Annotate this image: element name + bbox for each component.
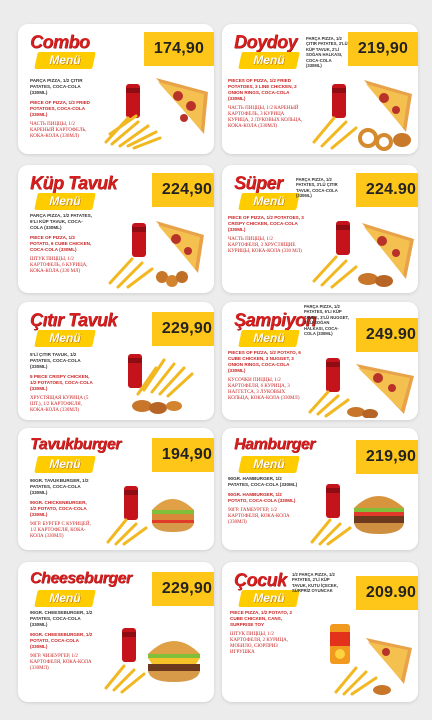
meal-illustration bbox=[330, 624, 412, 696]
desc-tr: 90GR. TAVUKBURGER, 1/2 PATATES, COCA-COL… bbox=[30, 478, 89, 495]
desc-tr: PARÇA PIZZA, 1/2 PATATES, 3'LÜ ÇITIR TAV… bbox=[296, 177, 338, 199]
menu-card-combo[interactable]: Combo Menü 174,90 PARÇA PIZZA, 1/2 ÇITIR… bbox=[18, 24, 214, 154]
menu-description: 90GR. HAMBURGER, 1/2 PATATES, COCA-COLA … bbox=[228, 476, 302, 530]
desc-en: 90GR. CHEESEBURGER, 1/2 POTATO, COCA-COL… bbox=[30, 632, 93, 649]
desc-ru: ЧАСТЬ ПИЦЦЫ, 1/2 КАРЕНЫЙ КАРТОФЕЛЬ, 3 КУ… bbox=[228, 106, 303, 129]
desc-en: PIECE OF PIZZA, 1/2 FRIED POTATOES, COCA… bbox=[30, 100, 90, 117]
desc-ru: ЧАСТЬ ПИЦЦЫ, 1/2 КАРТОФЕЛЯ, 3 ХРУСТЯЩИЕ … bbox=[228, 237, 302, 254]
menu-title: Çocuk bbox=[234, 570, 287, 590]
menu-card-super[interactable]: Süper Menü 224.90 PARÇA PIZZA, 1/2 PATAT… bbox=[222, 165, 418, 293]
menu-title: Doydoy bbox=[234, 32, 298, 52]
menu-tag: Menü bbox=[34, 193, 96, 210]
desc-en: 5 PIECE CRISPY CHICKEN, 1/2 POTATOES, CO… bbox=[30, 374, 93, 391]
menu-title: Küp Tavuk bbox=[30, 173, 117, 193]
meal-illustration bbox=[108, 221, 204, 289]
menu-price: 229,90 bbox=[152, 572, 214, 606]
menu-card-cocuk[interactable]: Çocuk Menü 209.90 1/2 PARÇA PIZZA, 1/2 P… bbox=[222, 562, 418, 702]
menu-tag: Menü bbox=[34, 456, 96, 473]
menu-card-doydoy[interactable]: Doydoy Menü 219,90 PARÇA PIZZA, 1/2 ÇITI… bbox=[222, 24, 418, 154]
menu-card-kup-tavuk[interactable]: Küp Tavuk Menü 224,90 PARÇA PIZZA, 1/2 P… bbox=[18, 165, 214, 293]
menu-description: PIECE OF PIZZA, 1/2 POTATOES, 3 CRISPY C… bbox=[228, 215, 304, 259]
menu-price: 209.90 bbox=[356, 576, 418, 610]
meal-illustration bbox=[310, 484, 404, 546]
menu-description: PIECES OF PIZZA, 1/2 FRIED POTATOES, 3 L… bbox=[228, 78, 304, 134]
desc-ru: КУСОЧКИ ПИЦЦЫ, 1/2 КАРТОФЕЛЯ, 6 КУРИЦА, … bbox=[228, 378, 300, 401]
menu-title: Süper bbox=[234, 173, 283, 193]
menu-price: 174,90 bbox=[144, 32, 214, 66]
meal-illustration bbox=[104, 628, 200, 694]
desc-en: PIECES OF PIZZA, 1/2 FRIED POTATOES, 3 L… bbox=[228, 78, 297, 101]
menu-description: PIECES OF PIZZA, 1/2 POTATO, 6 CUBE CHIC… bbox=[228, 350, 304, 406]
menu-price: 219,90 bbox=[356, 440, 418, 474]
menu-price: 219,90 bbox=[348, 32, 418, 66]
menu-description: 90GR. TAVUKBURGER, 1/2 PATATES, COCA-COL… bbox=[30, 478, 94, 544]
desc-tr: 90GR. CHEESEBURGER, 1/2 PATATES, COCA-CO… bbox=[30, 610, 93, 627]
menu-title: Combo bbox=[30, 32, 90, 52]
menu-price: 224.90 bbox=[356, 173, 418, 207]
menu-card-cheeseburger[interactable]: Cheeseburger Menü 229,90 90GR. CHEESEBUR… bbox=[18, 562, 214, 702]
menu-description: PARÇA PIZZA, 1/2 ÇITIR PATATES, COCA-COL… bbox=[30, 78, 94, 144]
menu-tag: Menü bbox=[238, 456, 300, 473]
desc-en: PIECE OF PIZZA, 1/2 POTATOES, 3 CRISPY C… bbox=[228, 215, 304, 232]
desc-tr: PARÇA PIZZA, 1/2 PATATES, 6'LI KÜP TAVUK… bbox=[30, 213, 92, 230]
menu-tag: Menü bbox=[34, 330, 96, 347]
menu-card-tavukburger[interactable]: Tavukburger Menü 194,90 90GR. TAVUKBURGE… bbox=[18, 428, 214, 550]
menu-title: Cheeseburger bbox=[30, 570, 132, 587]
menu-price: 229,90 bbox=[152, 312, 214, 346]
desc-ru: 90гр. БУРГЕР С КУРИЦЕЙ, 1/2 КАРТОФЕЛЯ, К… bbox=[30, 522, 91, 539]
menu-price: 224,90 bbox=[152, 173, 214, 207]
menu-price: 194,90 bbox=[152, 438, 214, 472]
meal-illustration bbox=[312, 221, 414, 289]
meal-illustration bbox=[128, 354, 194, 414]
menu-title: Hamburger bbox=[234, 436, 315, 453]
menu-tag: Menü bbox=[34, 52, 96, 69]
desc-tr: PARÇA PIZZA, 1/2 ÇITIR PATATES, COCA-COL… bbox=[30, 78, 83, 95]
menu-card-citir-tavuk[interactable]: Çıtır Tavuk Menü 229,90 5'Lİ ÇITIR TAVUK… bbox=[18, 302, 214, 420]
desc-ru: 90гр. ЧИЗБУРГЕР, 1/2 КАРТОФЕЛЯ, КОКА-КОЛ… bbox=[30, 654, 92, 671]
desc-ru: 90гр. ГАМБУРГЕР, 1/2 КАРТОФЕЛЯ, КОКА-КОЛ… bbox=[228, 508, 290, 525]
desc-tr: PARÇA PIZZA, 1/2 ÇITIR PATATES, 3'LÜ KÜP… bbox=[306, 36, 348, 69]
desc-ru: ШТУК ПИЦЦЫ, 1/2 КАРТОФЕЛЬ, 6 КУРИЦА, КОК… bbox=[30, 257, 88, 274]
meal-illustration bbox=[312, 80, 412, 151]
desc-ru: ЧАСТЬ ПИЦЦЫ, 1/2 КАРЕНЫЙ КАРТОФЕЛЬ, КОКА… bbox=[30, 122, 87, 139]
menu-description: 90GR. CHEESEBURGER, 1/2 PATATES, COCA-CO… bbox=[30, 610, 94, 676]
meal-illustration bbox=[106, 486, 194, 546]
menu-card-sampiyon[interactable]: Şampiyon Menü 249.90 PARÇA PIZZA, 1/2 PA… bbox=[222, 302, 418, 420]
menu-card-hamburger[interactable]: Hamburger Menü 219,90 90GR. HAMBURGER, 1… bbox=[222, 428, 418, 550]
meal-illustration bbox=[104, 78, 208, 150]
menu-price: 249.90 bbox=[356, 318, 418, 352]
menu-tag: Menü bbox=[238, 193, 300, 210]
desc-ru: ХРУСТЯЩАЯ КУРИЦА (5 ШТ.), 1/2 КАРТОФЕЛЯ,… bbox=[30, 396, 89, 413]
menu-title: Çıtır Tavuk bbox=[30, 310, 117, 330]
desc-en: PIECES OF PIZZA, 1/2 POTATO, 6 CUBE CHIC… bbox=[228, 350, 301, 373]
desc-ru: ШТУК ПИЦЦЫ, 1/2 КАРТОФЕЛЯ, 2 КУРИЦА, МОБ… bbox=[230, 632, 289, 655]
menu-description: 5'Lİ ÇITIR TAVUK, 1/2 PATATES, COCA-COLA… bbox=[30, 352, 94, 418]
menu-description: PARÇA PIZZA, 1/2 PATATES, 6'LI KÜP TAVUK… bbox=[30, 213, 94, 279]
desc-tr: 90GR. HAMBURGER, 1/2 PATATES, COCA-COLA … bbox=[228, 476, 298, 487]
menu-tag: Menü bbox=[238, 52, 300, 69]
desc-en: PIECE OF PIZZA, 1/2 POTATO, 6 CUBE CHICK… bbox=[30, 235, 92, 252]
menu-tag: Menü bbox=[238, 590, 300, 607]
desc-tr: 5'Lİ ÇITIR TAVUK, 1/2 PATATES, COCA-COLA… bbox=[30, 352, 81, 369]
desc-en: PIECE PIZZA, 1/2 POTATO, 2 CUBE CHICKEN,… bbox=[230, 610, 293, 627]
desc-tr: PARÇA PIZZA, 1/2 PATATES, 6'LI KÜP TAVUK… bbox=[304, 304, 349, 337]
menu-tag: Menü bbox=[238, 330, 300, 347]
desc-tr: 1/2 PARÇA PIZZA, 1/2 PATATES, 2'Lİ KÜP T… bbox=[292, 572, 338, 594]
meal-illustration bbox=[308, 358, 414, 418]
desc-en: 90GR. HAMBURGER, 1/2 POTATO, COCA-COLA (… bbox=[228, 492, 296, 503]
menu-title: Tavukburger bbox=[30, 436, 121, 453]
menu-tag: Menü bbox=[34, 590, 96, 607]
desc-en: 90GR. CHICKENBURGER, 1/2 POTATO, COCA-CO… bbox=[30, 500, 87, 517]
menu-description: PIECE PIZZA, 1/2 POTATO, 2 CUBE CHICKEN,… bbox=[230, 610, 302, 660]
